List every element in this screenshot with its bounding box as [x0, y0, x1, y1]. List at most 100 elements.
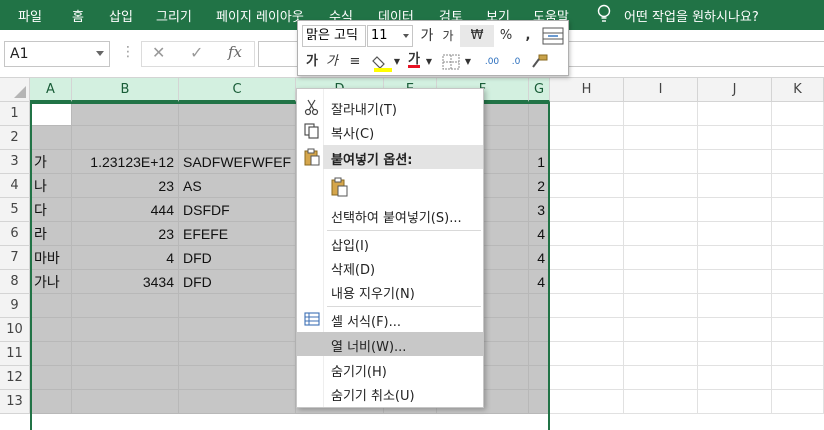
cell-a4[interactable]: 나 [30, 174, 72, 198]
cell-g2[interactable] [529, 126, 550, 150]
cell-k9[interactable] [772, 294, 824, 318]
cell-k6[interactable] [772, 222, 824, 246]
cell-g7[interactable]: 4 [529, 246, 550, 270]
column-header-b[interactable]: B [72, 78, 179, 102]
comma-style-button[interactable]: , [518, 25, 538, 47]
cell-h5[interactable] [550, 198, 624, 222]
row-header-12[interactable]: 12 [0, 366, 30, 390]
shrink-font-button[interactable]: 가 [438, 25, 458, 47]
cell-b12[interactable] [72, 366, 179, 390]
font-color-button[interactable]: 가 [404, 49, 424, 71]
cell-g9[interactable] [529, 294, 550, 318]
cell-h3[interactable] [550, 150, 624, 174]
cell-c7[interactable]: DFD [179, 246, 296, 270]
cell-h10[interactable] [550, 318, 624, 342]
cell-g8[interactable]: 4 [529, 270, 550, 294]
cell-a3[interactable]: 가 [30, 150, 72, 174]
row-header-4[interactable]: 4 [0, 174, 30, 198]
tab-insert[interactable]: 삽입 [109, 6, 133, 25]
cell-g1[interactable] [529, 102, 550, 126]
column-header-h[interactable]: H [550, 78, 624, 102]
cell-c8[interactable]: DFD [179, 270, 296, 294]
cell-a10[interactable] [30, 318, 72, 342]
row-header-1[interactable]: 1 [0, 102, 30, 126]
cell-a11[interactable] [30, 342, 72, 366]
tell-me-search[interactable]: 어떤 작업을 원하시나요? [624, 6, 759, 25]
paste-icon[interactable] [331, 177, 349, 197]
cell-j7[interactable] [698, 246, 772, 270]
cell-b8[interactable]: 3434 [72, 270, 179, 294]
cell-c4[interactable]: AS [179, 174, 296, 198]
cell-j5[interactable] [698, 198, 772, 222]
percent-style-button[interactable]: % [496, 25, 516, 47]
cell-i5[interactable] [624, 198, 698, 222]
cell-i7[interactable] [624, 246, 698, 270]
cell-i2[interactable] [624, 126, 698, 150]
italic-button[interactable]: 가 [324, 51, 340, 73]
cell-i1[interactable] [624, 102, 698, 126]
menu-item-clear-contents[interactable]: 내용 지우기(N) [297, 279, 483, 303]
cell-k2[interactable] [772, 126, 824, 150]
cell-b1[interactable] [72, 102, 179, 126]
menu-item-paste-special[interactable]: 선택하여 붙여넣기(S)... [297, 203, 483, 227]
cell-c1[interactable] [179, 102, 296, 126]
cell-k13[interactable] [772, 390, 824, 414]
cell-a2[interactable] [30, 126, 72, 150]
row-header-9[interactable]: 9 [0, 294, 30, 318]
menu-item-format-cells[interactable]: 셀 서식(F)... [297, 307, 483, 331]
cancel-icon[interactable]: ✕ [152, 43, 165, 62]
cell-j13[interactable] [698, 390, 772, 414]
row-header-10[interactable]: 10 [0, 318, 30, 342]
cell-i10[interactable] [624, 318, 698, 342]
cell-b7[interactable]: 4 [72, 246, 179, 270]
cell-k3[interactable] [772, 150, 824, 174]
cell-h11[interactable] [550, 342, 624, 366]
column-header-c[interactable]: C [179, 78, 296, 102]
row-header-7[interactable]: 7 [0, 246, 30, 270]
cell-a5[interactable]: 다 [30, 198, 72, 222]
currency-format-button[interactable]: ₩ [460, 25, 494, 47]
lightbulb-icon[interactable] [596, 4, 612, 24]
cell-a12[interactable] [30, 366, 72, 390]
cell-h6[interactable] [550, 222, 624, 246]
row-header-3[interactable]: 3 [0, 150, 30, 174]
menu-item-cut[interactable]: 잘라내기(T) [297, 95, 483, 119]
increase-decimal-icon[interactable]: .00 [482, 51, 502, 73]
cell-c6[interactable]: EFEFE [179, 222, 296, 246]
cell-j11[interactable] [698, 342, 772, 366]
cell-b10[interactable] [72, 318, 179, 342]
cell-a13[interactable] [30, 390, 72, 414]
row-header-6[interactable]: 6 [0, 222, 30, 246]
format-painter-icon[interactable] [530, 53, 550, 71]
cell-h2[interactable] [550, 126, 624, 150]
cell-i12[interactable] [624, 366, 698, 390]
column-header-a[interactable]: A [30, 78, 72, 102]
fill-color-dropdown-icon[interactable]: ▼ [393, 51, 401, 73]
chevron-down-icon[interactable] [96, 51, 104, 56]
grow-font-button[interactable]: 가 [417, 25, 437, 47]
cell-b3[interactable]: 1.23123E+12 [72, 150, 179, 174]
align-center-icon[interactable]: ≡ [346, 51, 364, 73]
tab-draw[interactable]: 그리기 [156, 6, 192, 25]
cell-b9[interactable] [72, 294, 179, 318]
tab-file[interactable]: 파일 [18, 6, 42, 25]
menu-item-hide[interactable]: 숨기기(H) [297, 357, 483, 381]
cell-j4[interactable] [698, 174, 772, 198]
cell-c3[interactable]: SADFWEFWFEF [179, 150, 296, 174]
font-color-dropdown-icon[interactable]: ▼ [425, 51, 433, 73]
cell-b6[interactable]: 23 [72, 222, 179, 246]
row-header-8[interactable]: 8 [0, 270, 30, 294]
cell-b5[interactable]: 444 [72, 198, 179, 222]
cell-b13[interactable] [72, 390, 179, 414]
name-box[interactable]: A1 [4, 41, 110, 67]
cell-i6[interactable] [624, 222, 698, 246]
cell-g13[interactable] [529, 390, 550, 414]
cell-c5[interactable]: DSFDF [179, 198, 296, 222]
column-header-g[interactable]: G [529, 78, 550, 102]
tab-page-layout[interactable]: 페이지 레이아웃 [216, 6, 304, 25]
row-header-13[interactable]: 13 [0, 390, 30, 414]
cell-h9[interactable] [550, 294, 624, 318]
cell-j8[interactable] [698, 270, 772, 294]
cell-i11[interactable] [624, 342, 698, 366]
cell-g6[interactable]: 4 [529, 222, 550, 246]
